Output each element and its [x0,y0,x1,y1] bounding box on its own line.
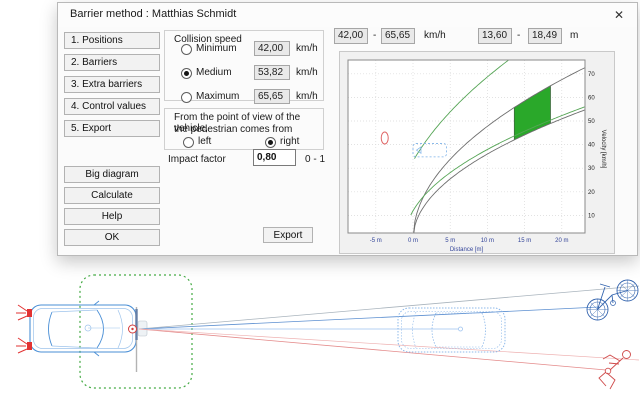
button-label: Help [102,211,123,222]
impact-factor-range: 0 - 1 [305,154,325,165]
radio-left[interactable] [183,137,194,148]
title-bar[interactable]: Barrier method : Matthias Schmidt ✕ [58,3,637,27]
unit-label: km/h [296,67,318,78]
sight-lines [139,286,639,370]
velocity-distance-chart: -5 m 0 m 5 m 10 m 15 m 20 m Distance [m] 10 20 30… [340,52,616,255]
radio-maximum-label: Maximum [196,91,239,102]
speed-unit-label: km/h [424,30,446,41]
svg-text:60: 60 [588,95,595,101]
x-axis-title: Distance [m] [450,247,484,253]
distance-unit-label: m [570,30,578,41]
impact-factor-label: Impact factor [168,154,226,165]
bicycle [587,280,638,320]
radio-left-label: left [198,136,211,147]
collision-speed-group: Collision speed Minimum 42,00 km/h Mediu… [164,30,324,101]
button-label: Big diagram [85,169,138,180]
target-point-marker [459,327,463,331]
nav-button-label: 1. Positions [71,35,123,46]
svg-text:15 m: 15 m [518,238,531,244]
nav-button-control-values[interactable]: 4. Control values [64,98,160,115]
close-icon[interactable]: ✕ [609,7,629,23]
button-label: OK [105,232,119,243]
unit-label: km/h [296,91,318,102]
export-button[interactable]: Export [263,227,313,243]
svg-text:70: 70 [588,72,595,78]
y-axis-title: Velocity [km/h] [600,130,606,169]
screen: Barrier method : Matthias Schmidt ✕ 1. P… [0,0,640,413]
button-label: Calculate [91,190,133,201]
nav-button-label: 5. Export [71,123,111,134]
medium-speed-field: 53,82 [254,65,290,80]
maximum-speed-field: 65,65 [254,89,290,104]
svg-text:30: 30 [588,166,595,172]
nav-button-positions[interactable]: 1. Positions [64,32,160,49]
radio-medium[interactable] [181,68,192,79]
svg-text:20 m: 20 m [555,238,568,244]
speed-to-field: 65,65 [381,28,415,44]
radio-minimum[interactable] [181,44,192,55]
help-button[interactable]: Help [64,208,160,225]
svg-text:10 m: 10 m [481,238,494,244]
nav-button-export[interactable]: 5. Export [64,120,160,137]
nav-button-label: 2. Barriers [71,57,117,68]
svg-text:20: 20 [588,190,595,196]
pov-group: From the point of view of the vehicle, t… [164,108,324,150]
distance-to-field: 18,49 [528,28,562,44]
nav-button-label: 3. Extra barriers [71,79,142,90]
pov-text-line2: the pedestrian comes from [174,124,292,135]
radio-right[interactable] [265,137,276,148]
radio-minimum-label: Minimum [196,43,237,54]
calculate-button[interactable]: Calculate [64,187,160,204]
svg-text:-5 m: -5 m [370,238,382,244]
nav-button-barriers[interactable]: 2. Barriers [64,54,160,71]
y-axis-labels: 10 20 30 40 50 60 70 [588,72,595,220]
target-vehicle [398,308,505,352]
collision-point-marker [129,325,137,333]
sight-line-red-secondary [139,329,639,360]
distance-range-separator: - [517,30,520,41]
ok-button[interactable]: OK [64,229,160,246]
x-axis-labels: -5 m 0 m 5 m 10 m 15 m 20 m Distance [m] [370,238,569,253]
dialog-title: Barrier method : Matthias Schmidt [70,8,236,20]
ego-vehicle [30,301,136,356]
speed-range-separator: - [373,30,376,41]
velocity-distance-chart-panel: -5 m 0 m 5 m 10 m 15 m 20 m Distance [m] 10 20 30… [339,51,615,254]
radio-maximum[interactable] [181,92,192,103]
sight-line-bicycle [139,307,599,329]
sight-line-pedestrian [139,329,606,370]
radio-medium-label: Medium [196,67,232,78]
unit-label: km/h [296,43,318,54]
impact-factor-input[interactable] [253,149,296,166]
svg-text:5 m: 5 m [445,238,455,244]
svg-text:10: 10 [588,213,595,219]
nav-button-extra-barriers[interactable]: 3. Extra barriers [64,76,160,93]
nav-button-label: 4. Control values [71,101,146,112]
svg-text:40: 40 [588,143,595,149]
button-label: Export [274,230,303,241]
barrier-method-dialog: Barrier method : Matthias Schmidt ✕ 1. P… [57,2,638,256]
svg-text:0 m: 0 m [408,238,418,244]
radio-right-label: right [280,136,299,147]
svg-text:50: 50 [588,119,595,125]
speed-from-field: 42,00 [334,28,368,44]
distance-from-field: 13,60 [478,28,512,44]
minimum-speed-field: 42,00 [254,41,290,56]
big-diagram-button[interactable]: Big diagram [64,166,160,183]
barrier-line [137,307,148,372]
collision-scene-diagram [0,258,640,413]
sight-line-gray [139,286,639,329]
